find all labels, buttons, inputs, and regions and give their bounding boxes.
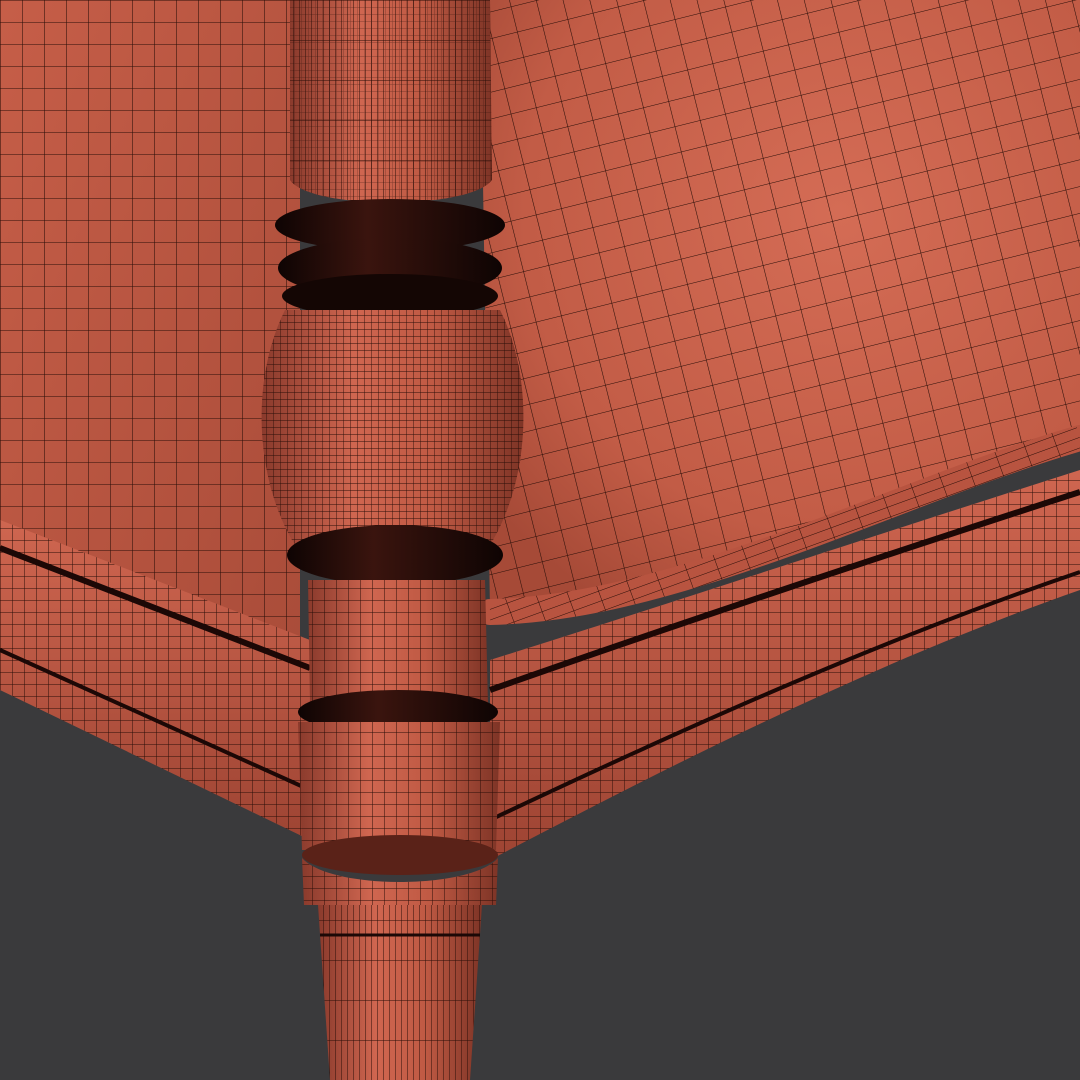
leg-collar [308,580,488,705]
upper-ring [275,199,505,318]
leg-bulb [261,310,524,545]
leg-foot [318,905,482,1080]
chair-wireframe-render [0,0,1080,1080]
middle-ring [287,525,503,585]
